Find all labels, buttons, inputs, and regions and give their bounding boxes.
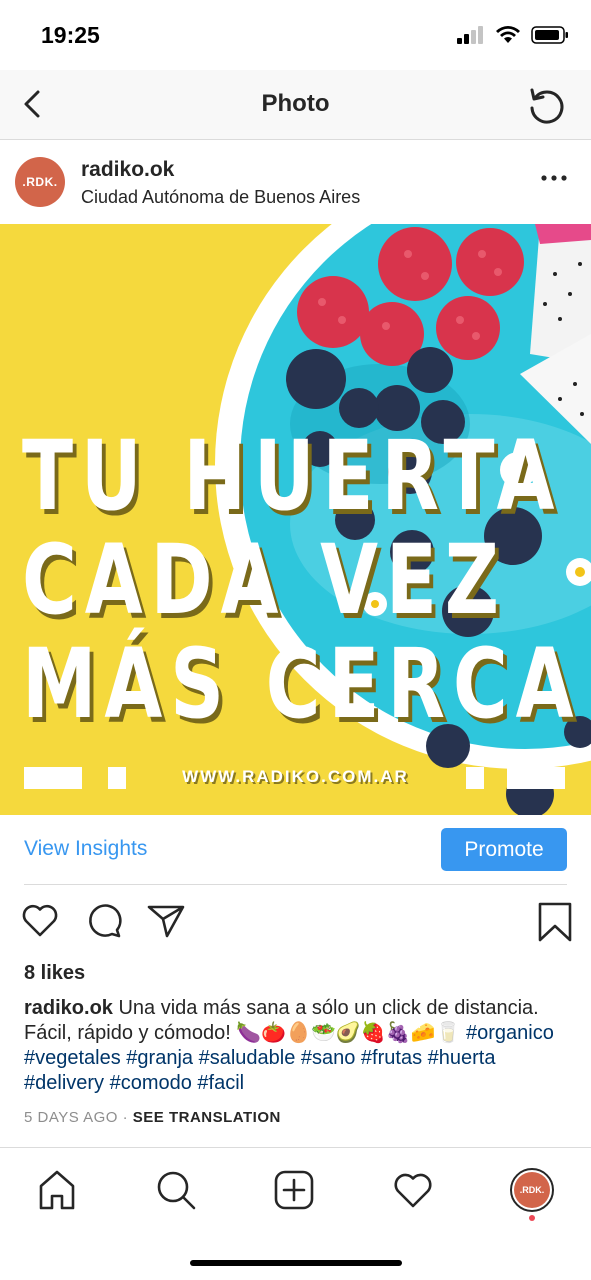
- profile-icon[interactable]: .RDK.: [510, 1168, 554, 1212]
- promote-button[interactable]: Promote: [441, 828, 567, 871]
- avatar[interactable]: .RDK.: [15, 157, 65, 207]
- post-meta: 5 DAYS AGO · SEE TRANSLATION: [24, 1109, 281, 1126]
- headline-line-1: TU HUERTA: [22, 420, 563, 532]
- photo-url-text: WWW.RADIKO.COM.AR: [182, 767, 409, 786]
- photo-headline: TU HUERTA CADA VEZ MÁS CERCA: [22, 424, 581, 736]
- status-bar: 19:25: [0, 0, 591, 70]
- post-header: .RDK. radiko.ok Ciudad Autónoma de Bueno…: [0, 141, 591, 224]
- nav-bar: Photo: [0, 70, 591, 140]
- status-time: 19:25: [41, 22, 100, 48]
- likes-count[interactable]: 8 likes: [24, 962, 85, 985]
- activity-icon[interactable]: [391, 1168, 435, 1212]
- decor-bar: [466, 767, 484, 789]
- headline-line-3: MÁS CERCA: [22, 628, 582, 740]
- status-icons: [457, 26, 569, 44]
- caption: radiko.ok Una vida más sana a sólo un cl…: [24, 996, 574, 1096]
- comment-icon[interactable]: [84, 900, 124, 940]
- bookmark-icon[interactable]: [535, 900, 575, 944]
- view-insights-link[interactable]: View Insights: [24, 837, 147, 861]
- home-indicator[interactable]: [190, 1260, 402, 1266]
- divider: [24, 884, 567, 885]
- post-photo[interactable]: TU HUERTA CADA VEZ MÁS CERCA WWW.RADIKO.…: [0, 224, 591, 815]
- caption-username[interactable]: radiko.ok: [24, 997, 113, 1019]
- post-location[interactable]: Ciudad Autónoma de Buenos Aires: [81, 187, 360, 208]
- signal-icon: [457, 26, 483, 44]
- home-icon[interactable]: [35, 1168, 79, 1212]
- wifi-icon: [496, 26, 520, 43]
- post-username[interactable]: radiko.ok: [81, 158, 174, 182]
- more-icon[interactable]: [539, 163, 569, 193]
- battery-icon: [531, 26, 568, 44]
- share-icon[interactable]: [146, 900, 186, 940]
- refresh-icon[interactable]: [525, 84, 569, 128]
- add-icon[interactable]: [272, 1168, 316, 1212]
- heart-icon[interactable]: [20, 900, 60, 940]
- decor-bar: [507, 767, 565, 789]
- page-title: Photo: [261, 90, 330, 117]
- search-icon[interactable]: [154, 1168, 198, 1212]
- notification-dot: [529, 1215, 535, 1221]
- insights-row: View Insights Promote: [0, 815, 591, 885]
- see-translation-link[interactable]: SEE TRANSLATION: [133, 1109, 281, 1126]
- post-actions: [0, 900, 591, 944]
- headline-line-2: CADA VEZ: [22, 524, 507, 636]
- meta-separator: ·: [117, 1109, 133, 1126]
- post-time: 5 DAYS AGO: [24, 1109, 118, 1126]
- tab-avatar-text: .RDK.: [514, 1172, 550, 1208]
